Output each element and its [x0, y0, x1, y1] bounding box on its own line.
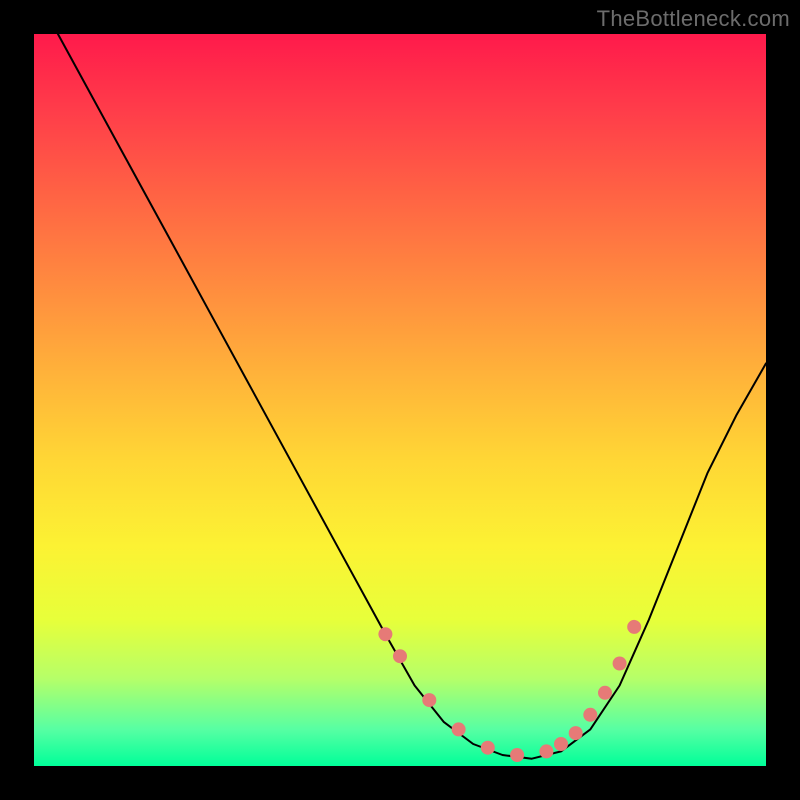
- watermark-text: TheBottleneck.com: [597, 6, 790, 32]
- marker-dot: [510, 748, 524, 762]
- marker-dot: [583, 708, 597, 722]
- marker-dot: [554, 737, 568, 751]
- marker-dot: [378, 627, 392, 641]
- marker-dot: [598, 686, 612, 700]
- marker-dot: [481, 741, 495, 755]
- marker-dot: [569, 726, 583, 740]
- marker-dot: [393, 649, 407, 663]
- marker-dot: [613, 657, 627, 671]
- marker-dot: [422, 693, 436, 707]
- marker-dot: [452, 722, 466, 736]
- curve-line: [34, 0, 766, 759]
- plot-area: [34, 34, 766, 766]
- marker-dot: [627, 620, 641, 634]
- marker-dot: [539, 744, 553, 758]
- chart-frame: TheBottleneck.com: [0, 0, 800, 800]
- chart-svg: [34, 34, 766, 766]
